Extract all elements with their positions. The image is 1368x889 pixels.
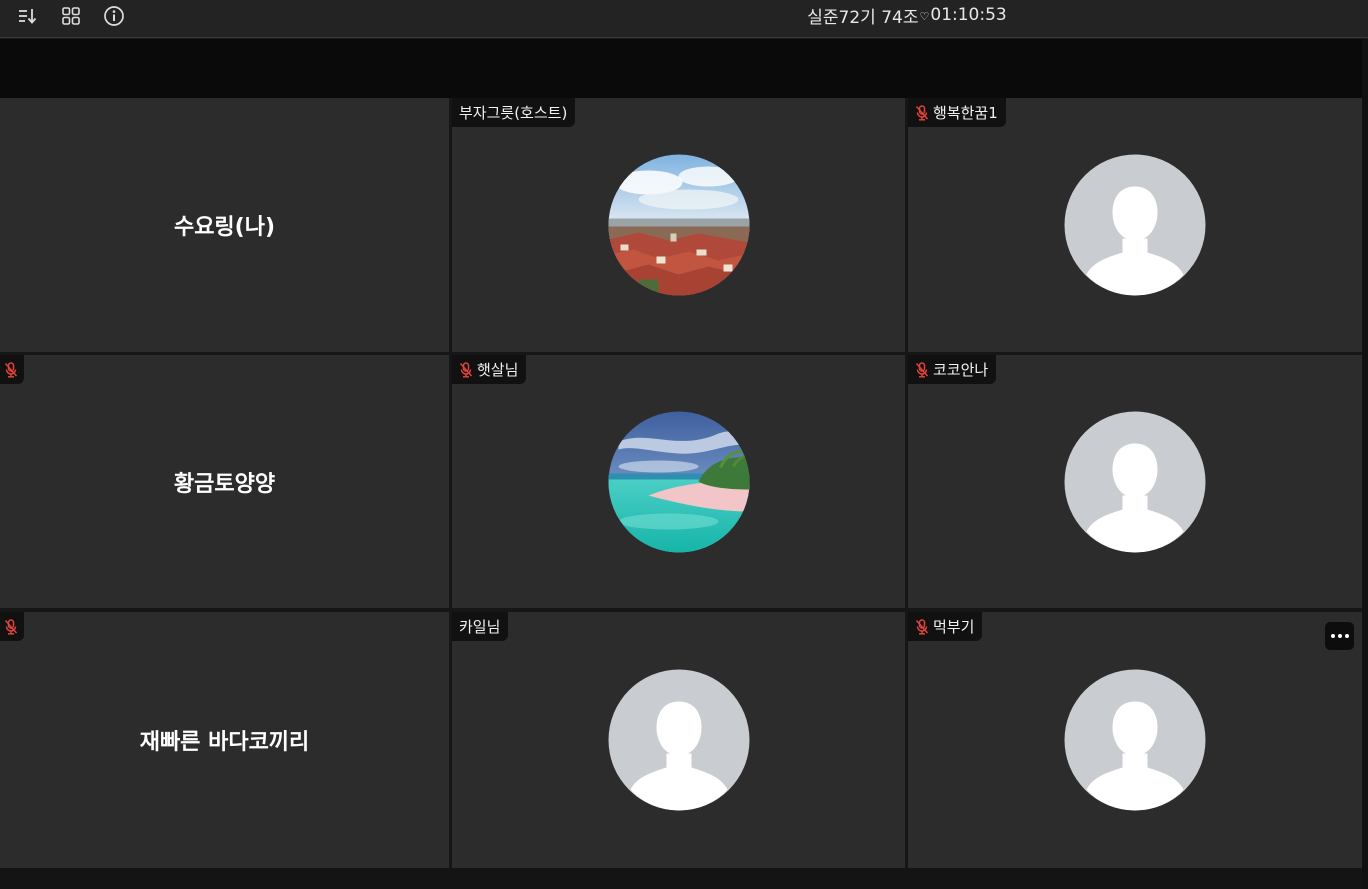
- participant-name-display: 수요링(나): [173, 215, 276, 240]
- elapsed-timer: 01:10:53: [930, 5, 1007, 25]
- participant-name-display: 재빠른 바다코끼리: [139, 730, 310, 755]
- participant-tile-2[interactable]: 부자그릇(호스트): [452, 98, 905, 352]
- more-options-button[interactable]: [1325, 622, 1354, 650]
- default-avatar-icon: [1064, 154, 1206, 296]
- muted-mic-icon: [915, 618, 929, 635]
- participant-name: 코코안나: [933, 361, 989, 379]
- muted-mic-icon: [459, 361, 473, 378]
- profile-photo-beach: [608, 411, 749, 552]
- participant-tile-9[interactable]: 먹부기: [908, 612, 1362, 868]
- default-avatar-icon: [1064, 669, 1206, 811]
- participant-name-tag: 먹부기: [908, 612, 983, 641]
- bottom-band: [0, 868, 1362, 889]
- more-dot: [1344, 634, 1349, 638]
- participant-name-tag: 햇살님: [452, 355, 527, 384]
- participant-tile-7[interactable]: 재빠른 바다코끼리: [0, 612, 449, 868]
- heart-icon: ♡: [919, 9, 930, 23]
- participant-name-tag: 카일님: [452, 612, 509, 641]
- default-avatar-icon: [1064, 411, 1206, 552]
- participant-tile-8[interactable]: 카일님: [452, 612, 905, 868]
- participant-tile-1[interactable]: 수요링(나): [0, 98, 449, 352]
- participant-name-tag: 코코안나: [908, 355, 997, 384]
- participant-name: 카일님: [459, 618, 501, 636]
- participant-tile-3[interactable]: 행복한꿈1: [908, 98, 1362, 352]
- participant-name-display: 황금토양양: [173, 471, 276, 497]
- participant-name: 부자그릇(호스트): [459, 104, 568, 122]
- scrollbar[interactable]: [1362, 39, 1368, 889]
- participant-name: 행복한꿈1: [933, 104, 998, 122]
- default-avatar-icon: [608, 669, 749, 811]
- spacer-band: [0, 39, 1362, 98]
- meeting-title-text: 실준72기 74조: [807, 7, 919, 28]
- participant-name-tag: 행복한꿈1: [908, 98, 1006, 127]
- meeting-title: 실준72기 74조 ♡ 01:10:53: [0, 0, 1368, 30]
- participant-grid: 수요링(나) 부자그릇(호스트) 행복한꿈1 황금토양양 햇살님 코코안나 재빠…: [0, 98, 1362, 868]
- participant-tile-5[interactable]: 햇살님: [452, 355, 905, 608]
- more-dot: [1330, 634, 1335, 638]
- top-toolbar: 실준72기 74조 ♡ 01:10:53: [0, 0, 1368, 38]
- participant-name: 먹부기: [933, 618, 975, 636]
- profile-photo-city: [608, 154, 749, 296]
- participant-name-tag: 부자그릇(호스트): [452, 98, 576, 127]
- participant-tile-6[interactable]: 코코안나: [908, 355, 1362, 608]
- muted-mic-icon: [915, 104, 929, 121]
- more-dot: [1337, 634, 1342, 638]
- participant-tile-4[interactable]: 황금토양양: [0, 355, 449, 608]
- muted-mic-icon: [915, 361, 929, 378]
- participant-name: 햇살님: [477, 361, 519, 379]
